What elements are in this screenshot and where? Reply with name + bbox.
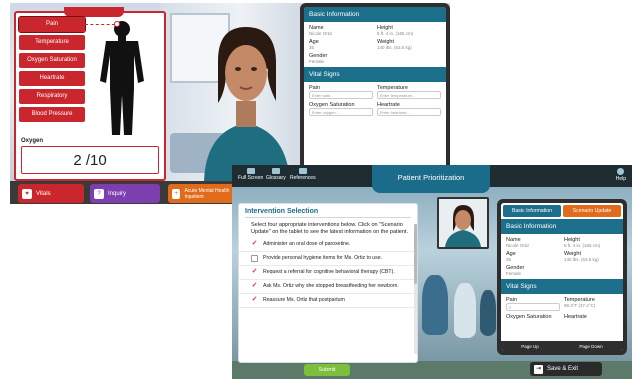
name-value: Nicole Ortiz xyxy=(506,243,530,248)
panel-top-tab xyxy=(64,7,124,17)
heartrate-button[interactable]: Heartrate xyxy=(19,71,85,86)
vital-signs-header: Vital Signs xyxy=(304,67,446,82)
vitals-tab-label: Vitals xyxy=(36,190,51,197)
help-label: Help xyxy=(615,176,626,182)
check-icon[interactable]: ✓ xyxy=(251,282,258,290)
height-value: 5 ft. 4 in. (165 cm) xyxy=(564,243,601,248)
glossary-button[interactable]: Glossary xyxy=(266,168,286,181)
intervention-item[interactable]: ✓ Request a referral for cognitive behav… xyxy=(239,266,417,280)
patient-tablet: Basic Information Name Nicole Ortiz Heig… xyxy=(300,3,450,173)
scrollbar-thumb[interactable] xyxy=(414,224,417,284)
page-down-button[interactable]: Page Down xyxy=(579,344,602,349)
intervention-text: Ask Ms. Ortiz why she stopped breastfeed… xyxy=(263,283,399,289)
scenario-icon: + xyxy=(172,188,181,199)
tab-basic-information[interactable]: Basic Information xyxy=(503,205,561,217)
submit-button[interactable]: Submit xyxy=(304,364,350,376)
panel-title: Intervention Selection xyxy=(245,208,319,215)
glossary-label: Glossary xyxy=(266,175,286,181)
heartrate-input[interactable]: Enter heartrate... xyxy=(377,108,441,116)
temperature-button[interactable]: Temperature xyxy=(19,35,85,50)
intervention-text: Reassure Ms. Ortiz that postpartum xyxy=(263,297,345,303)
check-icon[interactable]: ✓ xyxy=(251,268,258,276)
height-value: 5 ft. 4 in. (165 cm) xyxy=(377,31,414,36)
pain-button[interactable]: Pain xyxy=(18,16,86,33)
pain-input[interactable]: Enter pain... xyxy=(309,91,373,99)
references-label: References xyxy=(290,175,316,181)
save-exit-label: Save & Exit xyxy=(547,366,579,372)
age-value: 35 xyxy=(309,45,315,50)
panel-scrollbar[interactable] xyxy=(414,224,417,354)
instructions-text: Select four appropriate interventions be… xyxy=(251,222,408,235)
intervention-item[interactable]: ✓ Ask Ms. Ortiz why she stopped breastfe… xyxy=(239,280,417,294)
fullscreen-label: Full Screen xyxy=(238,175,264,181)
oxygen-label: Oxygen xyxy=(21,138,44,144)
weight-value: 140 lbs. (63.5 kg) xyxy=(377,45,412,50)
respiratory-button[interactable]: Respiratory xyxy=(19,89,85,104)
temperature-input[interactable]: Enter temperature... xyxy=(377,91,441,99)
pain-input[interactable]: 2 xyxy=(506,303,560,311)
screenshot-prioritization-view: Full Screen Glossary References Patient … xyxy=(232,165,632,379)
inquiry-icon: ? xyxy=(94,188,104,199)
help-button[interactable]: Help xyxy=(616,168,626,182)
inquiry-tab-label: Inquiry xyxy=(108,190,127,197)
basic-info-header: Basic Information xyxy=(304,7,446,22)
background-person xyxy=(480,290,496,336)
page-up-button[interactable]: Page Up xyxy=(521,344,539,349)
gender-value: Female xyxy=(506,271,522,276)
acute-mental-health-tab[interactable]: + Acute Mental Health Inpatient xyxy=(168,184,240,203)
name-value: Nicole Ortiz xyxy=(309,31,333,36)
exit-icon: ⇥ xyxy=(534,364,543,374)
weight-value: 140 lbs. (63.5 kg) xyxy=(564,257,599,262)
body-vitals-panel: Pain Temperature Oxygen Saturation Heart… xyxy=(14,7,166,181)
references-button[interactable]: References xyxy=(290,168,316,181)
help-icon xyxy=(617,168,625,175)
vitals-icon: ♥ xyxy=(22,188,32,199)
check-icon[interactable]: ✓ xyxy=(251,240,258,248)
references-icon xyxy=(298,168,307,174)
checkbox-empty-icon[interactable] xyxy=(251,255,258,262)
intervention-text: Provide personal hygiene items for Ms. O… xyxy=(263,255,383,261)
intervention-text: Administer an oral dose of paroxetine. xyxy=(263,241,351,247)
pain-location-marker[interactable] xyxy=(114,21,120,27)
intervention-text: Request a referral for cognitive behavio… xyxy=(263,269,395,275)
glossary-icon xyxy=(271,168,280,174)
patient-avatar-small xyxy=(445,205,481,247)
intervention-item[interactable]: Provide personal hygiene items for Ms. O… xyxy=(239,252,417,266)
patient-thumbnail xyxy=(437,197,489,249)
vitals-tab[interactable]: ♥ Vitals xyxy=(18,184,84,203)
heartrate-field-label: Heartrate xyxy=(564,314,587,320)
inquiry-tab[interactable]: ? Inquiry xyxy=(90,184,160,203)
patient-avatar xyxy=(204,27,290,181)
check-icon[interactable]: ✓ xyxy=(251,296,258,304)
fullscreen-icon xyxy=(246,168,255,174)
temperature-value: 99.3°F (37.4°C) xyxy=(564,303,596,308)
oxygen-value-display: 2 /10 xyxy=(21,146,159,174)
oxygen-input[interactable]: Enter oxygen... xyxy=(309,108,373,116)
background-person xyxy=(454,283,476,338)
patient-tablet: Basic Information Scenario Update Basic … xyxy=(497,199,627,355)
page-title: Patient Prioritization xyxy=(372,165,490,193)
intervention-selection-panel: Intervention Selection Select four appro… xyxy=(238,203,418,363)
vital-signs-header: Vital Signs xyxy=(501,279,623,294)
intervention-item[interactable]: ✓ Administer an oral dose of paroxetine. xyxy=(239,238,417,252)
tablet-page-nav: Page Up Page Down xyxy=(501,341,623,351)
oxygen-field-label: Oxygen Saturation xyxy=(506,314,552,320)
blood-pressure-button[interactable]: Blood Pressure xyxy=(19,107,85,122)
fullscreen-button[interactable]: Full Screen xyxy=(238,168,263,181)
body-silhouette-icon xyxy=(100,21,144,135)
save-exit-button[interactable]: ⇥ Save & Exit xyxy=(530,362,602,376)
intervention-item[interactable]: ✓ Reassure Ms. Ortiz that postpartum xyxy=(239,294,417,308)
gender-value: Female xyxy=(309,59,325,64)
basic-info-header: Basic Information xyxy=(501,219,623,234)
age-value: 35 xyxy=(506,257,512,262)
tab-scenario-update[interactable]: Scenario Update xyxy=(563,205,621,217)
oxygen-saturation-button[interactable]: Oxygen Saturation xyxy=(19,53,85,68)
background-person xyxy=(422,275,448,335)
